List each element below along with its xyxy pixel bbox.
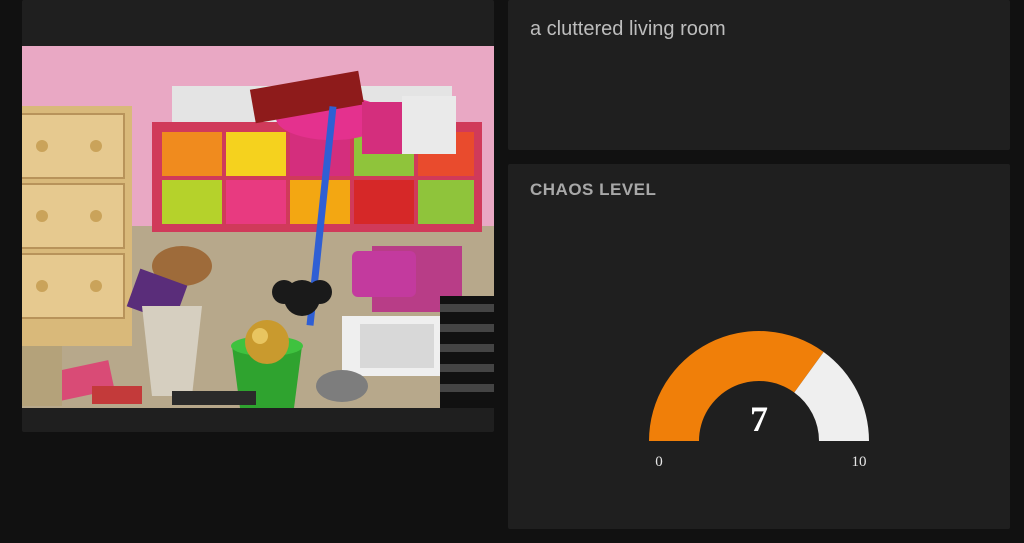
caption-card: a cluttered living room (508, 0, 1010, 150)
gauge-min-label: 0 (655, 454, 663, 470)
left-column (0, 0, 494, 543)
room-image (22, 46, 494, 408)
image-card (22, 0, 494, 432)
gauge-value: 7 (750, 399, 768, 439)
dashboard-layout: a cluttered living room CHAOS LEVEL 7 0 … (0, 0, 1024, 543)
gauge-max-label: 10 (852, 454, 867, 470)
gauge-card: CHAOS LEVEL 7 0 10 (508, 164, 1010, 529)
caption-text: a cluttered living room (530, 18, 988, 41)
room-image-svg (22, 46, 494, 408)
gauge-wrap: 7 0 10 (530, 200, 988, 511)
image-card-header (22, 0, 494, 46)
right-column: a cluttered living room CHAOS LEVEL 7 0 … (494, 0, 1024, 543)
gauge-title: CHAOS LEVEL (530, 180, 988, 200)
chaos-gauge: 7 0 10 (629, 281, 889, 481)
